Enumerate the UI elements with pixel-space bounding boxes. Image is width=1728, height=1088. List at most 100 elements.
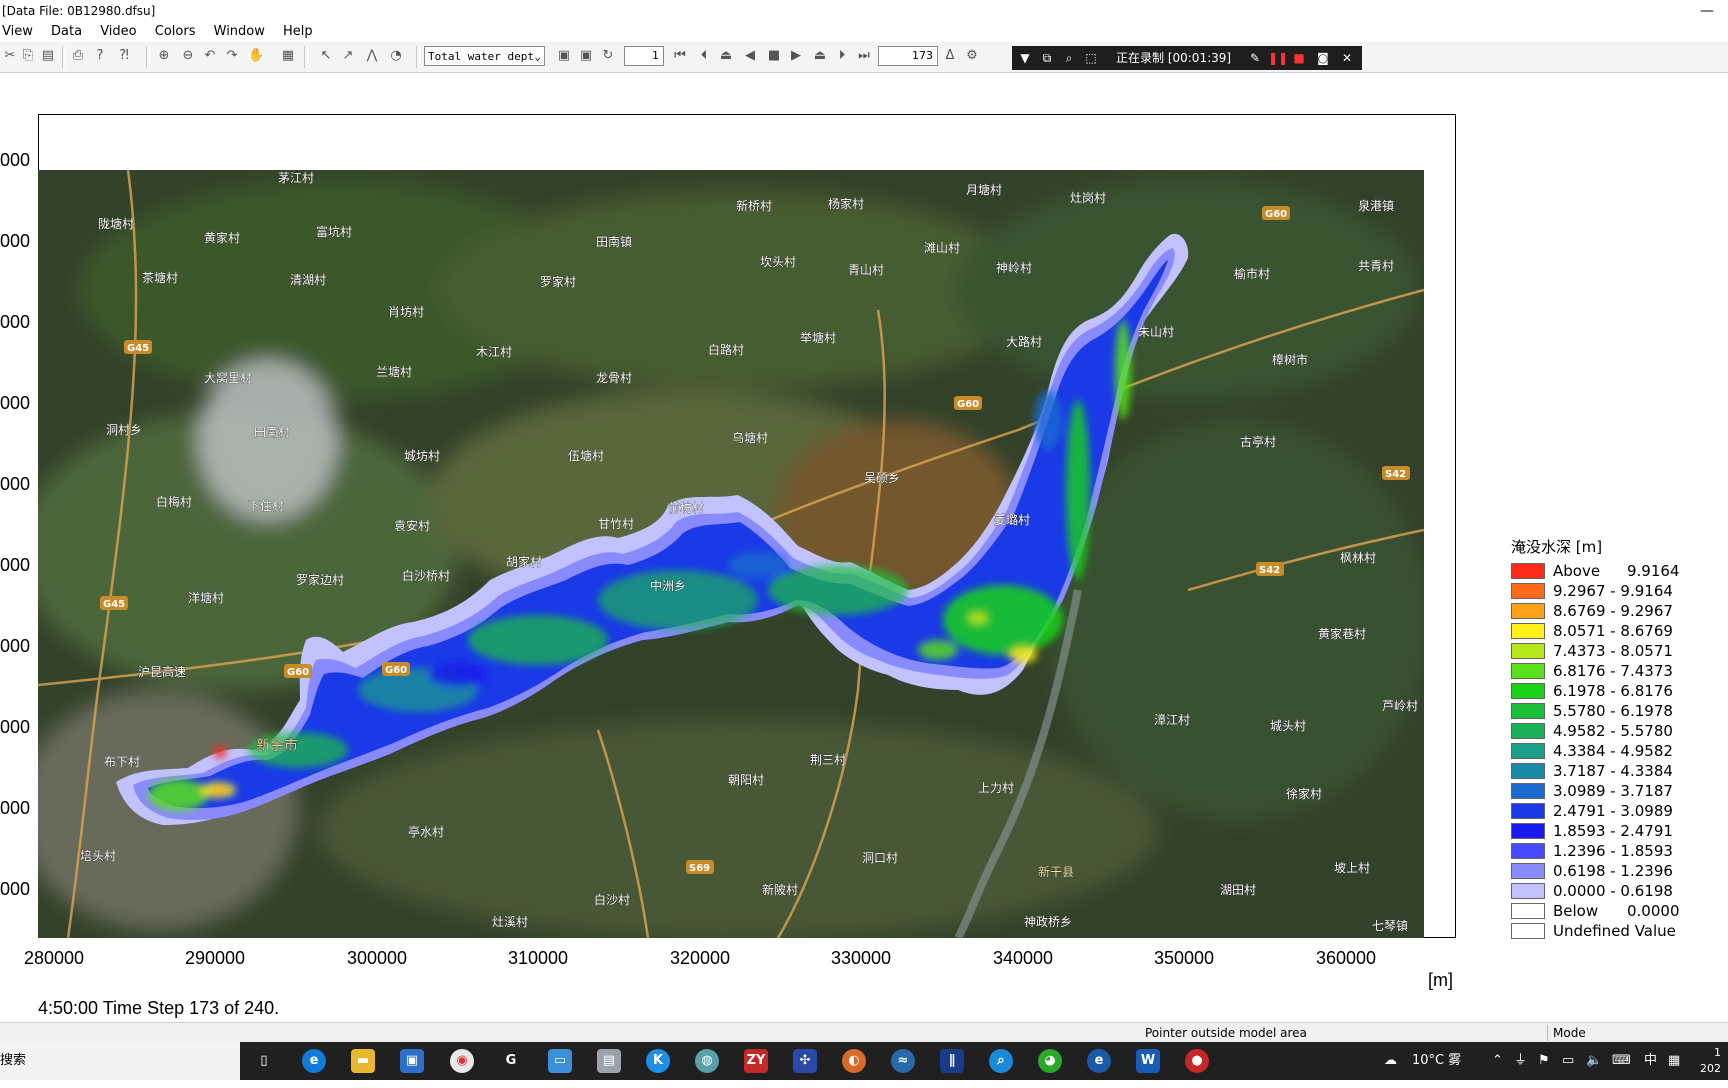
print-icon[interactable]: ⎙ xyxy=(70,48,86,64)
menu-view[interactable]: View xyxy=(2,22,33,42)
app-monitor-icon[interactable]: ▭ xyxy=(548,1049,572,1073)
stop-icon[interactable]: ■ xyxy=(766,48,782,64)
menu-help[interactable]: Help xyxy=(283,22,313,42)
app-globe-icon[interactable]: ◍ xyxy=(695,1049,719,1073)
tray-app-icon[interactable]: ⚑ xyxy=(1538,1042,1550,1080)
legend-swatch xyxy=(1511,743,1545,759)
volume-icon[interactable]: 🔈 xyxy=(1586,1042,1602,1080)
store-icon[interactable]: ▣ xyxy=(400,1049,424,1073)
help-icon[interactable]: ? xyxy=(92,48,108,64)
play-backward-icon[interactable]: ◀ xyxy=(742,48,758,64)
tray-chevron-icon[interactable]: ⌃ xyxy=(1492,1042,1503,1080)
legend-label: 1.8593 - 2.4791 xyxy=(1553,822,1673,840)
undo-zoom-icon[interactable]: ↶ xyxy=(202,48,218,64)
legend-label: 3.0989 - 3.7187 xyxy=(1553,782,1673,800)
app-wave-icon[interactable]: ≈ xyxy=(891,1049,915,1073)
app-zy-icon[interactable]: ZY xyxy=(744,1049,768,1073)
time-step-current-field[interactable]: 173 xyxy=(878,46,938,66)
app-orb-icon[interactable]: ◐ xyxy=(842,1049,866,1073)
menu-colors[interactable]: Colors xyxy=(155,22,196,42)
context-help-icon[interactable]: ⁈ xyxy=(116,48,132,64)
redo-zoom-icon[interactable]: ↷ xyxy=(224,48,240,64)
network-icon[interactable]: ▭ xyxy=(1562,1042,1574,1080)
search-icon[interactable]: ⌕ xyxy=(1060,46,1078,70)
place-label: 大窝里村 xyxy=(204,370,252,385)
copy-icon[interactable]: ⎘ xyxy=(20,48,36,64)
app-e-icon[interactable]: e xyxy=(1087,1049,1111,1073)
step-delta-icon[interactable]: Δ xyxy=(942,48,958,64)
last-step-icon[interactable]: ⏭ xyxy=(856,48,872,64)
menu-video[interactable]: Video xyxy=(100,22,136,42)
wechat-icon[interactable]: ◕ xyxy=(1038,1049,1062,1073)
chrome-icon[interactable]: ◉ xyxy=(450,1049,474,1073)
menu-data[interactable]: Data xyxy=(51,22,82,42)
pen-icon[interactable]: ✎ xyxy=(1246,46,1264,70)
close-icon[interactable]: ✕ xyxy=(1338,46,1356,70)
item-select-dropdown[interactable]: Total water dept ⌄ xyxy=(424,46,545,66)
record-icon[interactable]: ● xyxy=(1185,1049,1209,1073)
edge-icon[interactable]: e xyxy=(302,1049,326,1073)
refresh-icon[interactable]: ↻ xyxy=(600,48,616,64)
menu-window[interactable]: Window xyxy=(214,22,265,42)
microphone-icon[interactable]: ⏚ xyxy=(1514,1042,1527,1080)
clock-date[interactable]: 202 xyxy=(1700,1050,1721,1088)
dropdown-icon[interactable]: ▼ xyxy=(1016,46,1034,70)
map-canvas[interactable]: 茅江村 陇塘村 黄家村 富坑村 茶塘村 清湖村 田南镇 罗家村 新桥村 杨家村 … xyxy=(38,170,1424,938)
place-label: 举塘村 xyxy=(800,330,836,345)
ime-language[interactable]: 中 xyxy=(1644,1042,1657,1080)
pan-hand-icon[interactable]: ✋ xyxy=(248,48,264,64)
legend-label: 1.2396 - 1.8593 xyxy=(1553,842,1673,860)
place-label: 漳江村 xyxy=(1154,712,1190,727)
pointer-icon[interactable]: ↖ xyxy=(318,48,334,64)
query-icon[interactable]: ◔ xyxy=(388,48,404,64)
app-slash-icon[interactable]: ∥ xyxy=(940,1049,964,1073)
grid-icon[interactable]: ▦ xyxy=(280,48,296,64)
stop-record-icon[interactable]: ■ xyxy=(1290,46,1308,70)
camera-icon[interactable]: ◙ xyxy=(1314,46,1332,70)
y-tick-label: 000 xyxy=(0,798,31,818)
place-label: 伍塘村 xyxy=(568,448,604,463)
zoom-out-icon[interactable]: ⊖ xyxy=(180,48,196,64)
play-forward-icon[interactable]: ▶ xyxy=(788,48,804,64)
place-label: 神岭村 xyxy=(996,261,1032,275)
word-icon[interactable]: W xyxy=(1136,1049,1160,1073)
ime-mode-icon[interactable]: ▦ xyxy=(1668,1042,1680,1080)
app-g-icon[interactable]: G xyxy=(499,1049,523,1073)
x-tick-label: 290000 xyxy=(184,948,246,968)
app-window-icon[interactable]: ▤ xyxy=(597,1049,621,1073)
region-icon[interactable]: ⬚ xyxy=(1082,46,1100,70)
pause-icon[interactable]: ❚❚ xyxy=(1268,46,1288,70)
paste-icon[interactable]: ▤ xyxy=(40,48,56,64)
minimize-button[interactable]: — xyxy=(1700,0,1714,22)
file-explorer-icon[interactable]: ▬ xyxy=(351,1049,375,1073)
keyboard-icon[interactable]: ⌨ xyxy=(1612,1042,1631,1080)
taskbar-search[interactable]: 搜索 xyxy=(0,1042,240,1080)
pointer-status: Pointer outside model area xyxy=(1145,1026,1307,1040)
place-label: 罗家村 xyxy=(540,274,576,289)
place-label: 泉港镇 xyxy=(1358,199,1394,213)
weather-text[interactable]: 10°C 雾 xyxy=(1412,1042,1461,1080)
window-title: [Data File: 0B12980.dfsu] xyxy=(2,4,156,18)
profile-icon[interactable]: ⋀ xyxy=(364,48,380,64)
prev-frame-icon[interactable]: ⏏ xyxy=(718,48,734,64)
step-settings-icon[interactable]: ⚙ xyxy=(964,48,980,64)
weather-icon[interactable]: ☁ xyxy=(1384,1042,1397,1080)
window-icon[interactable]: ⧉ xyxy=(1038,46,1056,70)
cut-icon[interactable]: ✂ xyxy=(2,48,18,64)
time-step-start-field[interactable]: 1 xyxy=(624,46,664,66)
zoom-in-icon[interactable]: ⊕ xyxy=(156,48,172,64)
first-step-icon[interactable]: ⏮ xyxy=(672,48,688,64)
item-prev-icon[interactable]: ▣ xyxy=(556,48,572,64)
step-forward-icon[interactable]: ⏵ xyxy=(834,48,850,64)
app-k-icon[interactable]: K xyxy=(646,1049,670,1073)
task-view-icon[interactable]: ▯ xyxy=(252,1049,276,1073)
edit-pointer-icon[interactable]: ↗ xyxy=(340,48,356,64)
step-back-icon[interactable]: ⏴ xyxy=(696,48,712,64)
legend-swatch xyxy=(1511,603,1545,619)
place-label: 芦岭村 xyxy=(1382,699,1418,713)
app-search-icon[interactable]: ⌕ xyxy=(989,1049,1013,1073)
place-label: 黄家巷村 xyxy=(1318,626,1366,641)
next-frame-icon[interactable]: ⏏ xyxy=(812,48,828,64)
app-network-icon[interactable]: ✣ xyxy=(793,1049,817,1073)
item-next-icon[interactable]: ▣ xyxy=(578,48,594,64)
